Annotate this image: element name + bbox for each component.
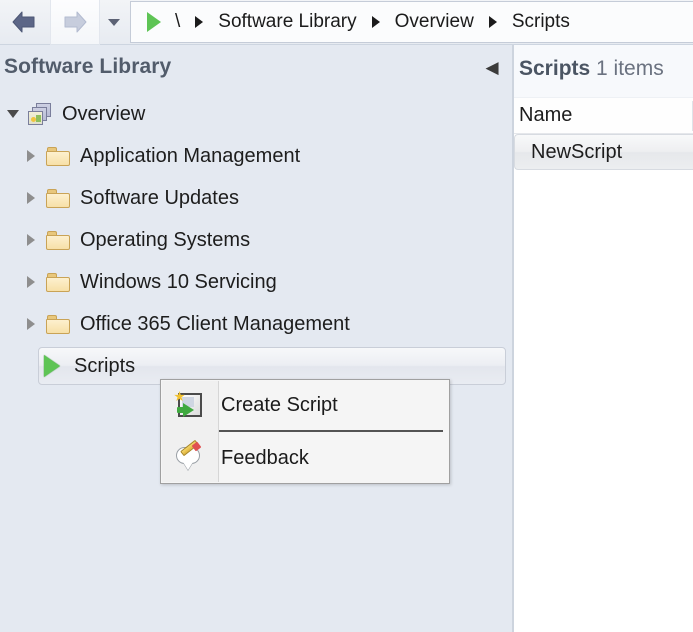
context-menu: Create Script Feedback — [160, 379, 450, 484]
sidebar-title: Software Library — [4, 55, 172, 78]
green-play-icon — [143, 10, 165, 34]
table-row[interactable]: NewScript — [514, 134, 693, 170]
expander-toggle-software-updates[interactable] — [18, 192, 44, 204]
results-panel: Scripts 1 items Name NewScript — [514, 45, 693, 632]
folder-icon — [44, 311, 72, 337]
folder-icon — [44, 143, 72, 169]
chevron-right-icon — [371, 16, 380, 28]
results-title: Scripts — [519, 57, 591, 80]
breadcrumb[interactable]: \ Software Library Overview Scripts — [130, 1, 693, 43]
folder-icon — [44, 227, 72, 253]
folder-icon — [44, 269, 72, 295]
triangle-right-icon — [27, 150, 35, 162]
cell-name: NewScript — [531, 140, 623, 163]
feedback-pencil-icon — [161, 439, 217, 472]
chevron-left-icon[interactable]: ◀ — [480, 55, 504, 79]
tree-item-label: Operating Systems — [80, 228, 251, 251]
tree-item-label: Windows 10 Servicing — [80, 270, 277, 293]
triangle-right-icon — [27, 234, 35, 246]
expander-toggle-operating-systems[interactable] — [18, 234, 44, 246]
results-panel-header: Scripts 1 items — [514, 45, 693, 98]
tree-item-label: Office 365 Client Management — [80, 312, 350, 335]
tree-item-overview[interactable]: Overview — [0, 93, 512, 135]
tree-item-application-management[interactable]: Application Management — [0, 135, 512, 177]
breadcrumb-root[interactable]: \ — [173, 11, 182, 33]
breadcrumb-item-scripts[interactable]: Scripts — [510, 11, 572, 33]
expander-toggle-application-management[interactable] — [18, 150, 44, 162]
breadcrumb-item-overview[interactable]: Overview — [393, 11, 476, 33]
column-header-name[interactable]: Name — [519, 104, 572, 127]
chevron-right-icon — [488, 16, 497, 28]
context-menu-item-label: Create Script — [221, 393, 338, 416]
context-menu-item-label: Feedback — [221, 446, 309, 469]
tree-item-office-365-client-management[interactable]: Office 365 Client Management — [0, 303, 512, 345]
tree-item-label: Software Updates — [80, 186, 239, 209]
recent-locations-dropdown[interactable] — [99, 0, 129, 44]
chevron-down-icon — [108, 18, 120, 26]
sidebar-header: Software Library ◀ — [0, 45, 512, 93]
triangle-right-icon — [27, 192, 35, 204]
column-header-row[interactable]: Name — [514, 98, 693, 134]
triangle-down-icon — [7, 110, 19, 118]
triangle-right-icon — [27, 276, 35, 288]
page-title: Scripts 1 items — [519, 57, 664, 81]
navigation-sidebar: Software Library ◀ Overview Application … — [0, 45, 512, 632]
chevron-right-icon — [195, 16, 204, 28]
tree-item-label: Scripts — [74, 354, 136, 377]
expander-toggle-overview[interactable] — [0, 110, 26, 118]
breadcrumb-item-software-library[interactable]: Software Library — [216, 11, 358, 33]
green-play-icon — [38, 353, 66, 379]
tree-item-label: Overview — [62, 102, 146, 125]
forward-button[interactable] — [50, 0, 100, 45]
context-menu-item-create-script[interactable]: Create Script — [161, 380, 449, 430]
expander-toggle-office-365-client-management[interactable] — [18, 318, 44, 330]
navigation-toolbar: \ Software Library Overview Scripts — [0, 0, 693, 45]
tree-item-label: Application Management — [80, 144, 301, 167]
back-button[interactable] — [0, 0, 48, 44]
folder-icon — [44, 185, 72, 211]
application-window: \ Software Library Overview Scripts Soft… — [0, 0, 693, 632]
expander-toggle-windows-10-servicing[interactable] — [18, 276, 44, 288]
tree-item-windows-10-servicing[interactable]: Windows 10 Servicing — [0, 261, 512, 303]
stacked-windows-icon — [26, 101, 54, 127]
context-menu-item-feedback[interactable]: Feedback — [161, 433, 449, 483]
create-script-icon — [161, 391, 217, 419]
tree-item-software-updates[interactable]: Software Updates — [0, 177, 512, 219]
navigation-tree: Overview Application Management Software… — [0, 93, 512, 387]
results-item-count: 1 items — [596, 57, 664, 80]
triangle-right-icon — [27, 318, 35, 330]
tree-item-operating-systems[interactable]: Operating Systems — [0, 219, 512, 261]
